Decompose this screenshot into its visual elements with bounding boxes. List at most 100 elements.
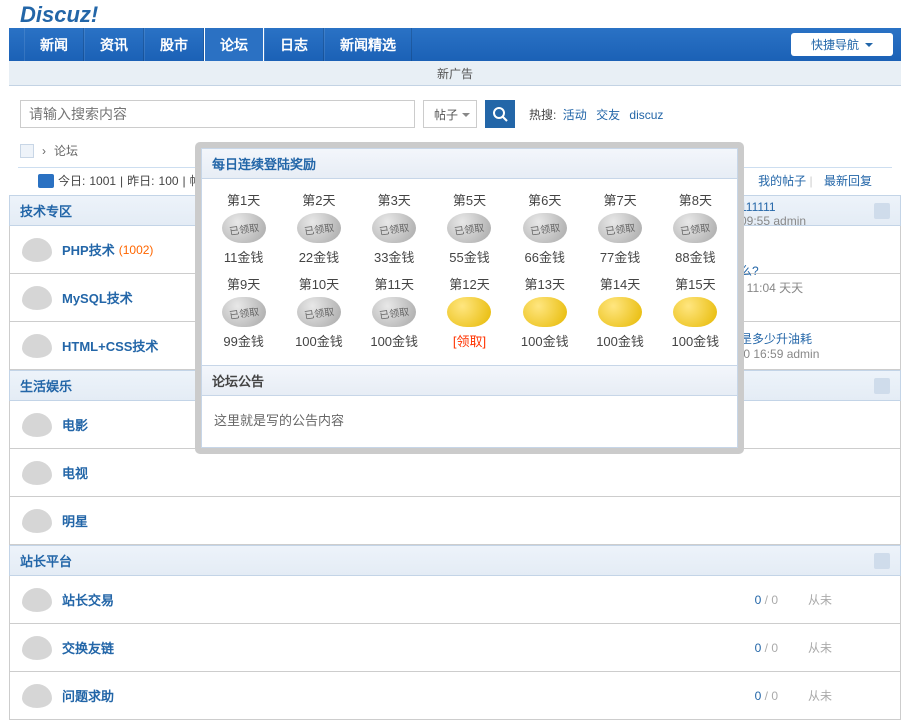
search-type-dropdown[interactable]: 帖子 <box>423 100 477 128</box>
search-input[interactable] <box>20 100 415 128</box>
forum-name[interactable]: 问题求助 <box>62 686 114 705</box>
days-grid: 第1天11金钱第2天22金钱第3天33金钱第5天55金钱第6天66金钱第7天77… <box>201 179 738 359</box>
hot-link[interactable]: discuz <box>629 108 663 122</box>
coin-icon <box>222 297 266 327</box>
coin-icon <box>598 297 642 327</box>
forum-last: 从未 <box>808 687 888 704</box>
day-label: 第11天 <box>357 274 432 293</box>
coin-icon <box>523 213 567 243</box>
nav-item-4[interactable]: 日志 <box>264 28 324 61</box>
hot-link[interactable]: 活动 <box>563 108 587 122</box>
forum-last: 从未 <box>808 639 888 656</box>
coin-icon <box>372 297 416 327</box>
day-label: 第3天 <box>357 190 432 209</box>
forum-row[interactable]: 站长交易 0 / 0 从未 <box>9 576 901 624</box>
nav-item-2[interactable]: 股市 <box>144 28 204 61</box>
nav-item-5[interactable]: 新闻精选 <box>324 28 412 61</box>
day-cell-12: 第13天100金钱 <box>507 271 582 353</box>
day-label: 第2天 <box>281 190 356 209</box>
forum-row[interactable]: 明星 <box>9 497 901 545</box>
day-label: 第7天 <box>582 190 657 209</box>
bubble-icon <box>22 636 52 660</box>
coin-icon <box>673 213 717 243</box>
search-bar: 帖子 热搜: 活动 交友 discuz <box>0 86 910 138</box>
nav-item-3[interactable]: 论坛 <box>204 27 264 61</box>
bubble-icon <box>22 461 52 485</box>
forum-row[interactable]: 问题求助 0 / 0 从未 <box>9 672 901 720</box>
site-logo[interactable]: Discuz! <box>0 0 910 28</box>
main-nav: 新闻资讯股市论坛日志新闻精选 快捷导航 <box>9 28 901 61</box>
search-icon <box>492 106 508 122</box>
side-hint: 昰多少升油耗.0 16:59 admin <box>740 330 819 361</box>
hot-search: 热搜: 活动 交友 discuz <box>529 106 666 123</box>
forum-today: (1002) <box>119 243 154 257</box>
modal-title: 每日连续登陆奖励 <box>201 148 738 179</box>
chevron-down-icon <box>865 43 873 51</box>
stats-sep: | <box>120 174 123 188</box>
announce-body: 这里就是写的公告内容 <box>201 396 738 448</box>
forum-last: 从未 <box>808 591 888 608</box>
day-label: 第14天 <box>582 274 657 293</box>
forum-counts: 0 / 0 <box>755 593 778 607</box>
day-cell-6: 第7天77金钱 <box>582 187 657 269</box>
day-amount: 88金钱 <box>658 247 733 266</box>
day-label: 第8天 <box>658 190 733 209</box>
day-amount: 11金钱 <box>206 247 281 266</box>
bubble-icon <box>22 684 52 708</box>
forum-name[interactable]: 电影 <box>62 415 88 434</box>
forum-name[interactable]: 站长交易 <box>62 590 114 609</box>
forum-name[interactable]: 电视 <box>62 463 88 482</box>
forum-name[interactable]: HTML+CSS技术 <box>62 336 158 355</box>
forum-row[interactable]: 电视 <box>9 449 901 497</box>
nav-item-0[interactable]: 新闻 <box>24 28 84 61</box>
coin-icon <box>523 297 567 327</box>
day-cell-3: 第3天 33金钱 <box>357 187 432 269</box>
coin-icon <box>297 297 341 327</box>
announce-title: 论坛公告 <box>201 365 738 396</box>
daily-reward-modal: 每日连续登陆奖励 第1天11金钱第2天22金钱第3天33金钱第5天55金钱第6天… <box>195 142 744 454</box>
coin-icon <box>297 213 341 243</box>
forum-name[interactable]: 交换友链 <box>62 638 114 657</box>
quick-nav-button[interactable]: 快捷导航 <box>791 33 893 56</box>
hot-label: 热搜: <box>529 108 556 122</box>
bubble-icon <box>22 286 52 310</box>
day-amount: 66金钱 <box>507 247 582 266</box>
section-head[interactable]: 站长平台 <box>9 545 901 576</box>
day-cell-5: 第6天66金钱 <box>507 187 582 269</box>
day-cell-11[interactable]: 第12天[领取] <box>432 271 507 353</box>
stats-link-1[interactable]: 最新回复 <box>824 174 872 188</box>
stats-link-0[interactable]: 我的帖子 <box>758 174 806 188</box>
coin-icon <box>222 213 266 243</box>
day-cell-8: 第9天99金钱 <box>206 271 281 353</box>
forum-name[interactable]: MySQL技术 <box>62 288 133 307</box>
nav-item-1[interactable]: 资讯 <box>84 28 144 61</box>
search-button[interactable] <box>485 100 515 128</box>
collapse-icon[interactable] <box>874 553 890 569</box>
day-amount: 100金钱 <box>281 331 356 350</box>
collapse-icon[interactable] <box>874 378 890 394</box>
day-amount: 100金钱 <box>357 331 432 350</box>
forum-row[interactable]: 交换友链 0 / 0 从未 <box>9 624 901 672</box>
breadcrumb-item[interactable]: 论坛 <box>54 142 78 159</box>
day-amount: 99金钱 <box>206 331 281 350</box>
bubble-icon <box>22 588 52 612</box>
home-icon[interactable] <box>20 144 34 158</box>
forum-counts: 0 / 0 <box>755 641 778 655</box>
day-amount: 55金钱 <box>432 247 507 266</box>
day-cell-2: 第2天22金钱 <box>281 187 356 269</box>
forum-counts: 0 / 0 <box>755 689 778 703</box>
hot-link[interactable]: 交友 <box>596 108 620 122</box>
day-cell-1: 第1天11金钱 <box>206 187 281 269</box>
day-label: 第10天 <box>281 274 356 293</box>
stats-links: 我的帖子 | 最新回复 <box>750 172 872 189</box>
stats-sep: | <box>183 174 186 188</box>
forum-name[interactable]: 明星 <box>62 511 88 530</box>
day-cell-14: 第15天100金钱 <box>658 271 733 353</box>
forum-name[interactable]: PHP技术 <box>62 240 115 259</box>
day-amount[interactable]: [领取] <box>432 331 507 350</box>
coin-icon <box>447 297 491 327</box>
day-amount: 33金钱 <box>357 247 432 266</box>
section-title: 生活娱乐 <box>20 376 72 395</box>
collapse-icon[interactable] <box>874 203 890 219</box>
side-hint: 么?. 11:04 天天 <box>740 262 819 296</box>
